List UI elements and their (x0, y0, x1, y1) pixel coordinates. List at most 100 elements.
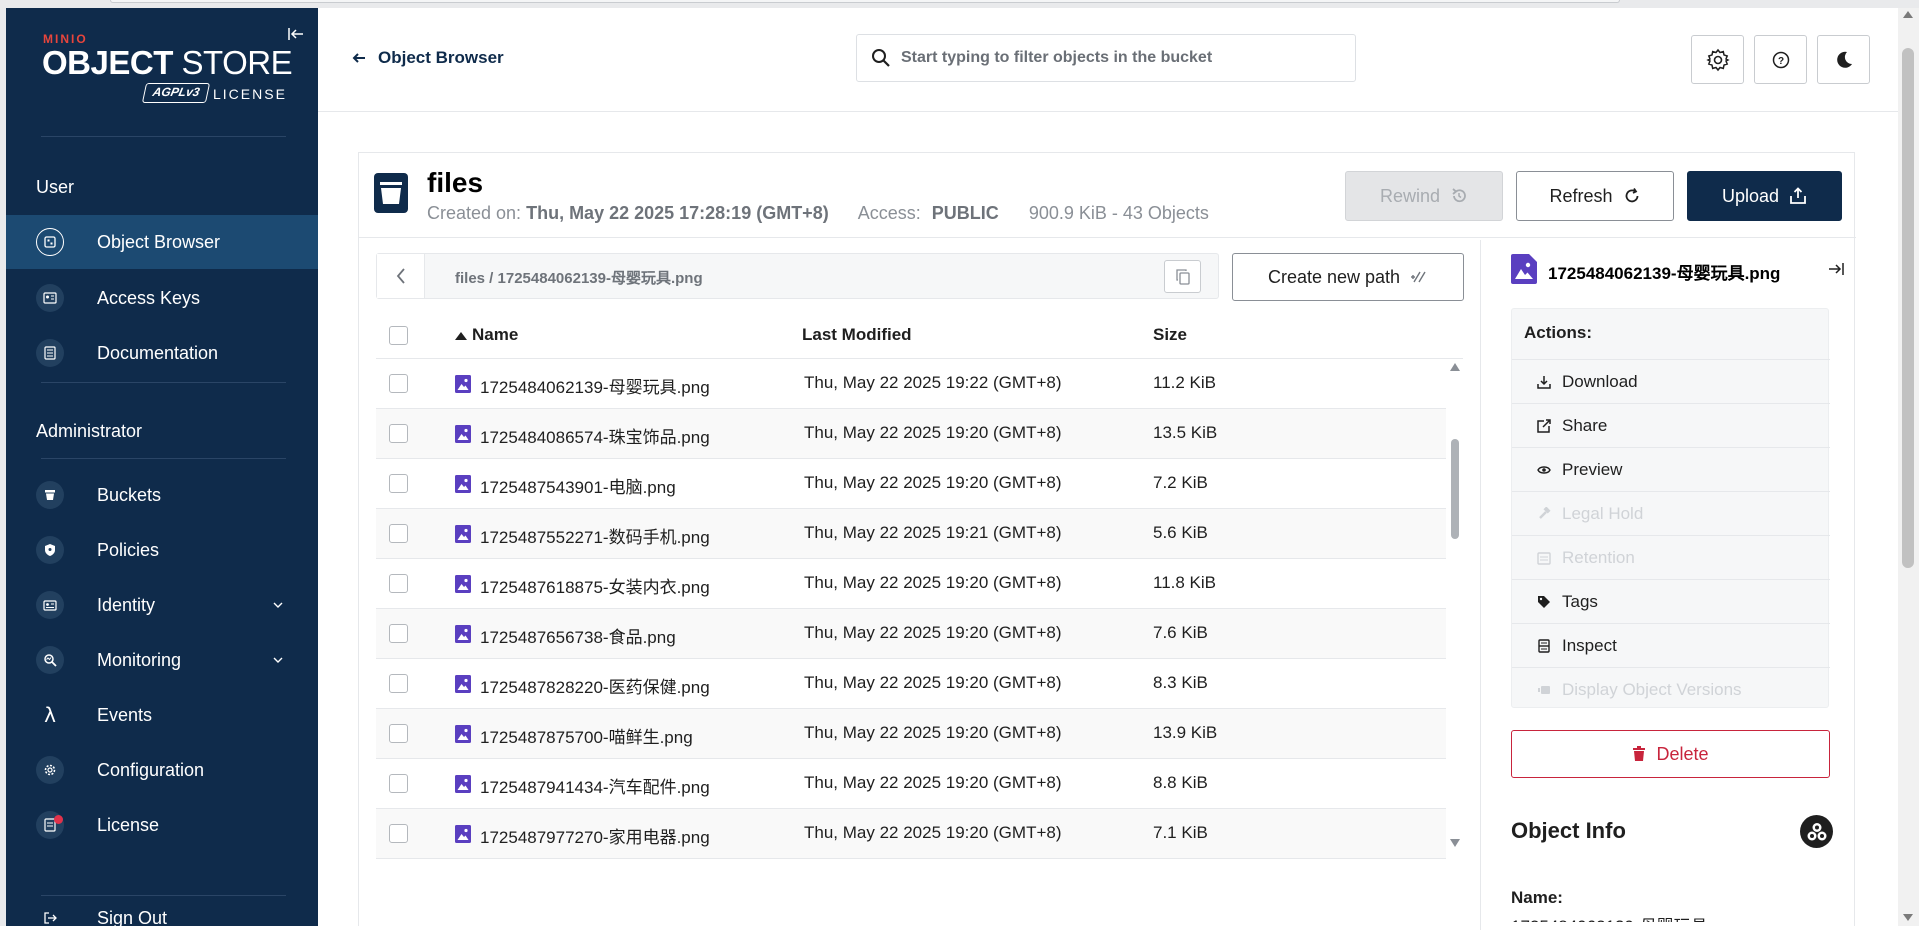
table-row[interactable]: 1725484086574-珠宝饰品.png Thu, May 22 2025 … (376, 409, 1446, 459)
path-back-button[interactable] (377, 254, 425, 298)
rewind-label: Rewind (1379, 185, 1441, 206)
file-modified: Thu, May 22 2025 19:22 (GMT+8) (804, 373, 1062, 392)
row-checkbox[interactable] (389, 624, 408, 643)
sidebar-item-configuration[interactable]: Configuration (6, 743, 318, 797)
table-scrollbar[interactable] (1446, 359, 1464, 853)
column-header-last-modified[interactable]: Last Modified (802, 325, 912, 345)
dark-mode-button[interactable] (1817, 35, 1870, 84)
rewind-button[interactable]: Rewind (1345, 171, 1503, 221)
sidebar-item-license[interactable]: License (6, 798, 318, 852)
row-checkbox[interactable] (389, 374, 408, 393)
app-window: MINIO OBJECT STORE AGPLv3 LICENSE User O… (0, 0, 1919, 930)
action-tags[interactable]: Tags (1512, 579, 1830, 623)
file-name: 1725487941434-汽车配件.png (480, 778, 710, 797)
eye-icon (1536, 462, 1552, 478)
back-link[interactable]: Object Browser (352, 48, 504, 68)
scroll-up-arrow[interactable] (1450, 363, 1460, 371)
action-label: Legal Hold (1562, 504, 1644, 523)
action-legal-hold: Legal Hold (1512, 491, 1830, 535)
sidebar-item-identity[interactable]: Identity (6, 578, 318, 632)
row-checkbox[interactable] (389, 524, 408, 543)
action-download[interactable]: Download (1512, 359, 1830, 403)
scroll-down-arrow[interactable] (1450, 839, 1460, 847)
row-checkbox[interactable] (389, 424, 408, 443)
action-inspect[interactable]: Inspect (1512, 623, 1830, 667)
path-text: files / 1725484062139-母婴玩具.png (455, 270, 703, 287)
sidebar-item-documentation[interactable]: Documentation (6, 326, 318, 380)
row-checkbox[interactable] (389, 824, 408, 843)
sidebar-item-policies[interactable]: Policies (6, 523, 318, 577)
settings-button[interactable] (1691, 35, 1744, 84)
row-checkbox[interactable] (389, 674, 408, 693)
table-row[interactable]: 1725487941434-汽车配件.png Thu, May 22 2025 … (376, 759, 1446, 809)
copy-path-button[interactable] (1164, 260, 1201, 293)
file-size: 7.2 KiB (1153, 473, 1208, 492)
chevron-down-icon[interactable] (271, 598, 285, 612)
column-header-size[interactable]: Size (1153, 325, 1187, 345)
sidebar-item-label: Buckets (97, 484, 162, 505)
action-label: Download (1562, 372, 1638, 391)
refresh-icon (1625, 188, 1638, 203)
row-checkbox[interactable] (389, 574, 408, 593)
documentation-icon (36, 339, 64, 367)
action-retention: Retention (1512, 535, 1830, 579)
search-input[interactable] (901, 45, 1341, 71)
table-row[interactable]: 1725487828220-医药保健.png Thu, May 22 2025 … (376, 659, 1446, 709)
sidebar-item-label: Events (97, 704, 153, 725)
table-row[interactable]: 1725487552271-数码手机.png Thu, May 22 2025 … (376, 509, 1446, 559)
bucket-icon (374, 173, 408, 213)
row-checkbox[interactable] (389, 774, 408, 793)
bucket-summary: 900.9 KiB - 43 Objects (1028, 203, 1209, 223)
bucket-meta: Created on: Thu, May 22 2025 17:28:19 (G… (427, 203, 1209, 224)
scroll-down-arrow[interactable] (1903, 914, 1913, 921)
svg-text:?: ? (1777, 56, 1783, 67)
create-new-path-label: Create new path (1267, 266, 1401, 287)
trash-icon (1633, 746, 1646, 761)
page-scrollbar[interactable] (1898, 8, 1919, 926)
bucket-info-bar: files Created on: Thu, May 22 2025 17:28… (359, 153, 1856, 238)
gear-icon (36, 756, 64, 784)
action-share[interactable]: Share (1512, 403, 1830, 447)
sidebar-item-access-keys[interactable]: Access Keys (6, 271, 318, 325)
delete-button[interactable]: Delete (1511, 730, 1830, 778)
close-panel-icon[interactable] (1826, 260, 1846, 278)
row-checkbox[interactable] (389, 724, 408, 743)
refresh-label: Refresh (1549, 185, 1613, 206)
refresh-button[interactable]: Refresh (1516, 171, 1674, 221)
select-all-checkbox[interactable] (389, 326, 408, 345)
upload-button[interactable]: Upload (1687, 171, 1842, 221)
sidebar-item-label: License (97, 814, 160, 835)
file-name: 1725487828220-医药保健.png (480, 678, 710, 697)
sidebar-item-sign-out[interactable]: Sign Out (6, 902, 318, 926)
file-modified: Thu, May 22 2025 19:20 (GMT+8) (804, 773, 1062, 792)
chevron-down-icon[interactable] (271, 653, 285, 667)
table-row[interactable]: 1725484062139-母婴玩具.png Thu, May 22 2025 … (376, 359, 1446, 409)
sidebar-item-object-browser[interactable]: Object Browser (6, 215, 318, 269)
page-scrollbar-thumb[interactable] (1902, 48, 1914, 568)
object-name-value: 1725484062139-母婴玩具 (1511, 912, 1708, 922)
table-scrollbar-thumb[interactable] (1451, 439, 1459, 539)
file-modified: Thu, May 22 2025 19:20 (GMT+8) (804, 623, 1062, 642)
column-header-name[interactable]: Name (455, 325, 518, 345)
actions-title: Actions: (1524, 323, 1592, 342)
sidebar-item-monitoring[interactable]: Monitoring (6, 633, 318, 687)
file-name: 1725484086574-珠宝饰品.png (480, 428, 710, 447)
inspect-icon (1536, 638, 1552, 654)
sidebar-item-events[interactable]: λ Events (6, 688, 318, 742)
scroll-up-arrow[interactable] (1903, 11, 1913, 18)
table-row[interactable]: 1725487543901-电脑.png Thu, May 22 2025 19… (376, 459, 1446, 509)
action-preview[interactable]: Preview (1512, 447, 1830, 491)
table-row[interactable]: 1725487875700-喵鲜生.png Thu, May 22 2025 1… (376, 709, 1446, 759)
collapse-sidebar-icon[interactable] (286, 24, 306, 44)
upload-icon (1790, 187, 1806, 204)
sidebar-item-buckets[interactable]: Buckets (6, 468, 318, 522)
table-row[interactable]: 1725487977270-家用电器.png Thu, May 22 2025 … (376, 809, 1446, 859)
file-size: 13.9 KiB (1153, 723, 1218, 742)
row-checkbox[interactable] (389, 474, 408, 493)
help-button[interactable]: ? (1754, 35, 1807, 84)
file-size: 7.6 KiB (1153, 623, 1208, 642)
download-icon (1536, 374, 1552, 390)
table-row[interactable]: 1725487656738-食品.png Thu, May 22 2025 19… (376, 609, 1446, 659)
create-new-path-button[interactable]: Create new path (1232, 253, 1464, 301)
table-row[interactable]: 1725487618875-女装内衣.png Thu, May 22 2025 … (376, 559, 1446, 609)
